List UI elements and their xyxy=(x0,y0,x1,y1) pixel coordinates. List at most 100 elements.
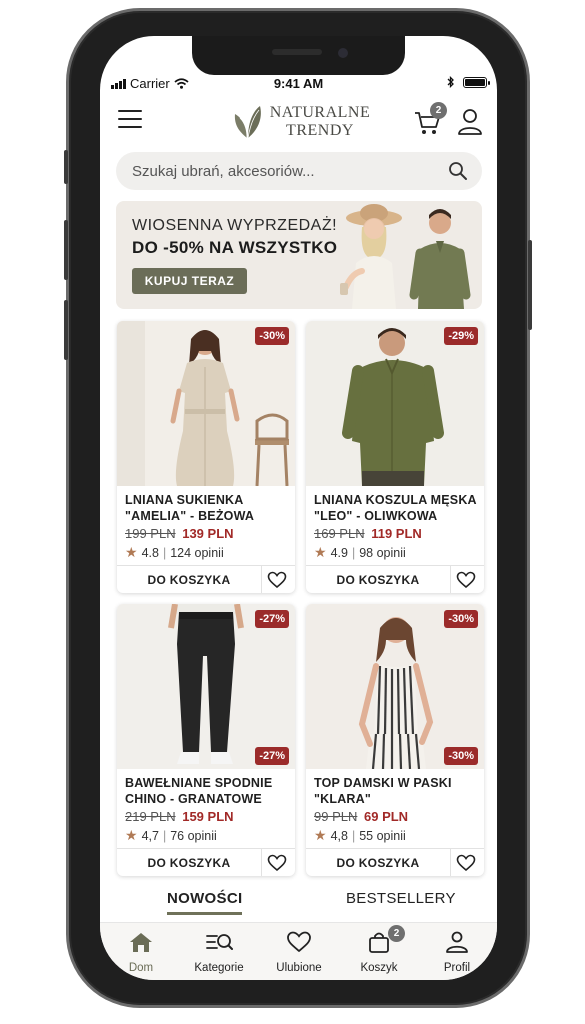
logo-line-2: TRENDY xyxy=(286,122,354,139)
heart-icon[interactable] xyxy=(267,571,287,589)
star-icon: ★ xyxy=(125,827,138,843)
review-count: 55 opinii xyxy=(359,828,406,843)
profile-button[interactable] xyxy=(457,108,483,136)
card-actions: DO KOSZYKA xyxy=(306,565,484,593)
rating: ★ 4,7 | 76 opinii xyxy=(125,827,217,844)
banner-headline: WIOSENNA WYPRZEDAŻ! xyxy=(132,217,338,234)
review-count: 124 opinii xyxy=(170,545,224,560)
star-icon: ★ xyxy=(314,544,327,560)
product-image-chinos xyxy=(117,604,295,769)
brand-logo[interactable]: NATURALNE TRENDY xyxy=(228,100,376,144)
card-actions: DO KOSZYKA xyxy=(117,565,295,593)
header-cart-button[interactable]: 2 xyxy=(414,102,447,136)
notch xyxy=(192,36,405,75)
product-name[interactable]: LNIANA KOSZULA MĘSKA "LEO" - OLIWKOWA xyxy=(314,492,480,524)
mute-switch xyxy=(64,150,68,184)
rating-value: 4,8 xyxy=(330,828,348,843)
rating: ★ 4,8 | 55 opinii xyxy=(314,827,406,844)
nav-profile-label: Profil xyxy=(443,962,471,974)
power-button xyxy=(528,240,532,330)
user-icon xyxy=(458,109,482,135)
rating: ★ 4.8 | 124 opinii xyxy=(125,544,224,561)
product-photo[interactable]: -30% xyxy=(117,321,295,486)
search-icon[interactable] xyxy=(448,161,468,181)
price-row: 99 PLN 69 PLN xyxy=(314,809,408,824)
new-price: 119 PLN xyxy=(371,526,422,541)
heart-icon[interactable] xyxy=(456,854,476,872)
volume-down-button xyxy=(64,300,68,360)
rating: ★ 4.9 | 98 opinii xyxy=(314,544,406,561)
discount-badge: -30% xyxy=(444,610,478,628)
section-tabs: NOWOŚCI BESTSELLERY xyxy=(100,886,497,920)
bluetooth-icon xyxy=(447,76,454,88)
banner-subheadline: DO -50% NA WSZYSTKO xyxy=(132,238,338,257)
status-bar: Carrier 9:41 AM xyxy=(100,74,497,94)
star-icon: ★ xyxy=(314,827,327,843)
app-header: NATURALNE TRENDY 2 xyxy=(100,98,497,148)
add-to-cart-button[interactable]: DO KOSZYKA xyxy=(117,849,262,876)
rating-value: 4.9 xyxy=(330,545,348,560)
old-price: 219 PLN xyxy=(125,809,176,824)
nav-profile[interactable]: Profil xyxy=(422,931,492,974)
review-count: 98 opinii xyxy=(359,545,406,560)
add-to-cart-button[interactable]: DO KOSZYKA xyxy=(306,566,451,593)
nav-favorites-label: Ulubione xyxy=(276,962,322,974)
review-count: 76 opinii xyxy=(170,828,217,843)
nav-cart-label: Koszyk xyxy=(360,962,398,974)
product-card[interactable]: -29% LNIANA KOSZULA MĘSKA "LEO" - OLIWKO… xyxy=(306,321,484,593)
heart-icon[interactable] xyxy=(456,571,476,589)
search-input[interactable] xyxy=(132,162,432,180)
rating-value: 4,7 xyxy=(141,828,159,843)
home-icon xyxy=(130,933,152,952)
heart-icon[interactable] xyxy=(267,854,287,872)
product-card[interactable]: -30% -30% TOP DAMSKI W PASKI "KLARA" 99 … xyxy=(306,604,484,876)
product-name[interactable]: BAWEŁNIANE SPODNIE CHINO - GRANATOWE xyxy=(125,775,291,807)
nav-categories[interactable]: Kategorie xyxy=(184,931,254,974)
product-card[interactable]: -30% LNIANA SUKIENKA "AMELIA" - BEŻOWA 1… xyxy=(117,321,295,593)
cart-count-badge: 2 xyxy=(430,102,447,119)
nav-home[interactable]: Dom xyxy=(106,931,176,974)
old-price: 199 PLN xyxy=(125,526,176,541)
new-price: 139 PLN xyxy=(182,526,234,541)
nav-home-label: Dom xyxy=(128,962,154,974)
product-name[interactable]: LNIANA SUKIENKA "AMELIA" - BEŻOWA xyxy=(125,492,291,524)
tab-new-arrivals[interactable]: NOWOŚCI xyxy=(167,890,243,915)
product-photo[interactable]: -30% -30% xyxy=(306,604,484,769)
nav-favorites[interactable]: Ulubione xyxy=(264,931,334,974)
leaf-logo-icon xyxy=(234,106,261,139)
product-photo[interactable]: -27% -27% xyxy=(117,604,295,769)
discount-badge: -30% xyxy=(255,327,289,345)
product-name[interactable]: TOP DAMSKI W PASKI "KLARA" xyxy=(314,775,480,807)
tab-bestsellers[interactable]: BESTSELLERY xyxy=(346,890,456,907)
rating-separator: | xyxy=(351,545,356,560)
price-row: 219 PLN 159 PLN xyxy=(125,809,234,824)
discount-badge-secondary: -27% xyxy=(255,747,289,765)
search-bar xyxy=(116,152,482,190)
rating-separator: | xyxy=(162,545,167,560)
nav-cart[interactable]: 2 Koszyk xyxy=(344,925,414,974)
logo-line-1: NATURALNE xyxy=(269,104,371,121)
new-price: 159 PLN xyxy=(182,809,234,824)
product-image-shirt xyxy=(306,321,484,486)
screen: Carrier 9:41 AM NATURALNE TRENDY 2 Szuka… xyxy=(100,36,497,980)
rating-value: 4.8 xyxy=(141,545,159,560)
front-camera xyxy=(338,48,348,58)
volume-up-button xyxy=(64,220,68,280)
product-photo[interactable]: -29% xyxy=(306,321,484,486)
promo-banner[interactable]: WIOSENNA WYPRZEDAŻ! DO -50% NA WSZYSTKO … xyxy=(116,201,482,309)
add-to-cart-button[interactable]: DO KOSZYKA xyxy=(306,849,451,876)
menu-button[interactable] xyxy=(118,110,142,132)
price-row: 169 PLN 119 PLN xyxy=(314,526,422,541)
add-to-cart-button[interactable]: DO KOSZYKA xyxy=(117,566,262,593)
discount-badge: -27% xyxy=(255,610,289,628)
categories-search-icon xyxy=(206,934,233,950)
card-actions: DO KOSZYKA xyxy=(306,848,484,876)
old-price: 99 PLN xyxy=(314,809,358,824)
price-row: 199 PLN 139 PLN xyxy=(125,526,234,541)
shop-now-button[interactable]: KUPUJ TERAZ xyxy=(132,268,247,294)
product-card[interactable]: -27% -27% BAWEŁNIANE SPODNIE CHINO - GRA… xyxy=(117,604,295,876)
discount-badge: -29% xyxy=(444,327,478,345)
logo-text: NATURALNE TRENDY xyxy=(268,104,372,140)
heart-icon xyxy=(287,931,311,953)
rating-separator: | xyxy=(162,828,167,843)
